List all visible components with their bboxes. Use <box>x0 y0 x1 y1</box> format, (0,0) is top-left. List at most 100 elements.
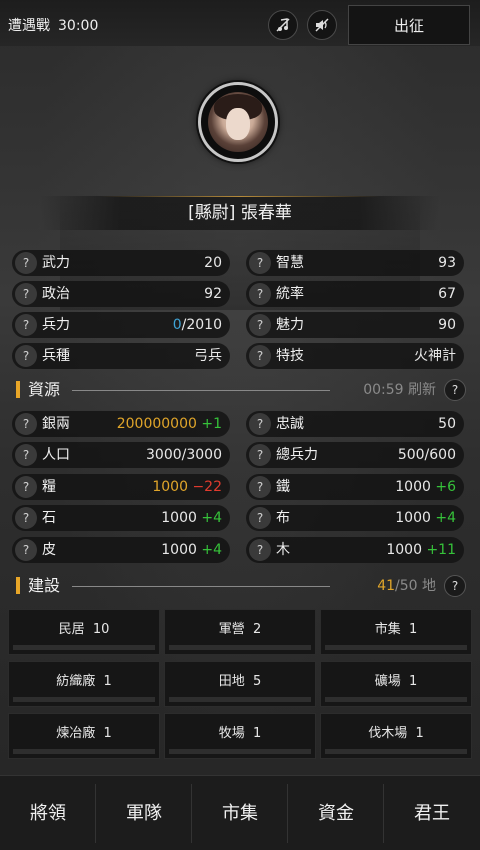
music-toggle-button[interactable] <box>268 10 298 40</box>
stat-label: 兵力 <box>42 317 70 333</box>
section-marker <box>16 381 20 398</box>
building-button[interactable]: 軍營 2 <box>164 609 316 655</box>
help-icon[interactable]: ? <box>249 539 271 561</box>
nav-monarch[interactable]: 君王 <box>384 776 480 850</box>
refresh-label: 刷新 <box>408 382 436 398</box>
help-icon[interactable]: ? <box>249 413 271 435</box>
resource-row[interactable]: ? 布 1000 +4 <box>246 505 464 531</box>
resource-amount: 1000 <box>395 479 431 495</box>
stat-value: 90 <box>438 317 456 333</box>
sound-muted-icon <box>315 18 329 32</box>
help-icon[interactable]: ? <box>15 345 37 367</box>
help-icon[interactable]: ? <box>15 444 37 466</box>
resource-row[interactable]: ? 皮 1000 +4 <box>12 537 230 563</box>
resource-label: 糧 <box>42 479 56 495</box>
land-label: 地 <box>422 578 436 594</box>
stat-row[interactable]: ? 統率 67 <box>246 281 464 307</box>
building-label: 軍營 2 <box>218 622 262 637</box>
resource-row[interactable]: ? 總兵力 500/600 <box>246 442 464 468</box>
resource-label: 人口 <box>42 447 70 463</box>
sound-toggle-button[interactable] <box>307 10 337 40</box>
music-muted-icon <box>276 18 290 32</box>
stat-value: 弓兵 <box>194 348 222 364</box>
stat-row[interactable]: ? 智慧 93 <box>246 250 464 276</box>
resources-help-button[interactable]: ? <box>444 379 466 401</box>
nav-army[interactable]: 軍隊 <box>96 776 192 850</box>
resource-row[interactable]: ? 銀兩 200000000 +1 <box>12 411 230 437</box>
construction-header: 建設 41/50 地 ? <box>16 574 466 598</box>
building-label: 煉冶廠 1 <box>56 726 112 741</box>
resources-title: 資源 <box>28 380 61 399</box>
help-icon[interactable]: ? <box>15 252 37 274</box>
nav-funds[interactable]: 資金 <box>288 776 384 850</box>
stat-label: 智慧 <box>276 255 304 271</box>
building-button[interactable]: 牧場 1 <box>164 713 316 759</box>
nav-generals[interactable]: 將領 <box>0 776 96 850</box>
stat-row[interactable]: ? 兵種 弓兵 <box>12 343 230 369</box>
resource-amount: 200000000 <box>116 416 197 432</box>
help-icon[interactable]: ? <box>249 476 271 498</box>
stat-label: 魅力 <box>276 317 304 333</box>
battle-mode-title: 遭遇戰 30:00 <box>8 15 98 35</box>
stat-row[interactable]: ? 武力 20 <box>12 250 230 276</box>
refresh-timer: 00:59 刷新 <box>363 378 436 402</box>
help-icon[interactable]: ? <box>249 314 271 336</box>
bottom-nav: 將領 軍隊 市集 資金 君王 <box>0 775 480 850</box>
resource-row[interactable]: ? 木 1000 +11 <box>246 537 464 563</box>
help-icon[interactable]: ? <box>15 476 37 498</box>
building-progress-bar <box>13 749 155 754</box>
help-icon[interactable]: ? <box>15 314 37 336</box>
building-button[interactable]: 煉冶廠 1 <box>8 713 160 759</box>
building-progress-bar <box>325 645 467 650</box>
help-icon[interactable]: ? <box>15 507 37 529</box>
construction-help-button[interactable]: ? <box>444 575 466 597</box>
construction-title: 建設 <box>28 576 61 595</box>
stat-label: 兵種 <box>42 348 70 364</box>
building-button[interactable]: 紡織廠 1 <box>8 661 160 707</box>
building-button[interactable]: 市集 1 <box>320 609 472 655</box>
resource-label: 布 <box>276 510 290 526</box>
stat-value: 93 <box>438 255 456 271</box>
land-used: 41 <box>377 578 396 594</box>
building-progress-bar <box>13 645 155 650</box>
resource-value: 500/600 <box>397 447 456 463</box>
resource-label: 皮 <box>42 542 56 558</box>
resource-value: 1000 +11 <box>386 537 456 563</box>
building-button[interactable]: 礦場 1 <box>320 661 472 707</box>
stat-value: 92 <box>204 286 222 302</box>
character-nameplate: [縣尉] 張春華 <box>40 196 440 230</box>
character-portrait[interactable] <box>198 82 278 162</box>
resource-row[interactable]: ? 鐵 1000 +6 <box>246 474 464 500</box>
resource-amount: 1000 <box>395 510 431 526</box>
resource-row[interactable]: ? 人口 3000/3000 <box>12 442 230 468</box>
help-icon[interactable]: ? <box>249 252 271 274</box>
stat-row[interactable]: ? 特技 火神計 <box>246 343 464 369</box>
building-progress-bar <box>13 697 155 702</box>
building-button[interactable]: 伐木場 1 <box>320 713 472 759</box>
building-progress-bar <box>325 697 467 702</box>
building-progress-bar <box>169 749 311 754</box>
resource-label: 鐵 <box>276 479 290 495</box>
stat-row[interactable]: ? 兵力 0/2010 <box>12 312 230 338</box>
sortie-button[interactable]: 出征 <box>348 5 470 45</box>
help-icon[interactable]: ? <box>15 283 37 305</box>
resource-row[interactable]: ? 石 1000 +4 <box>12 505 230 531</box>
resource-label: 木 <box>276 542 290 558</box>
battle-mode-label: 遭遇戰 <box>8 18 50 34</box>
stat-row[interactable]: ? 魅力 90 <box>246 312 464 338</box>
help-icon[interactable]: ? <box>249 345 271 367</box>
resource-value: 1000 +4 <box>161 505 222 531</box>
help-icon[interactable]: ? <box>249 507 271 529</box>
help-icon[interactable]: ? <box>249 444 271 466</box>
resource-row[interactable]: ? 忠誠 50 <box>246 411 464 437</box>
nav-market[interactable]: 市集 <box>192 776 288 850</box>
stat-row[interactable]: ? 政治 92 <box>12 281 230 307</box>
resource-row[interactable]: ? 糧 1000 −22 <box>12 474 230 500</box>
building-button[interactable]: 民居 10 <box>8 609 160 655</box>
building-button[interactable]: 田地 5 <box>164 661 316 707</box>
section-marker <box>16 577 20 594</box>
resource-delta: +4 <box>201 542 222 558</box>
help-icon[interactable]: ? <box>15 539 37 561</box>
help-icon[interactable]: ? <box>249 283 271 305</box>
help-icon[interactable]: ? <box>15 413 37 435</box>
